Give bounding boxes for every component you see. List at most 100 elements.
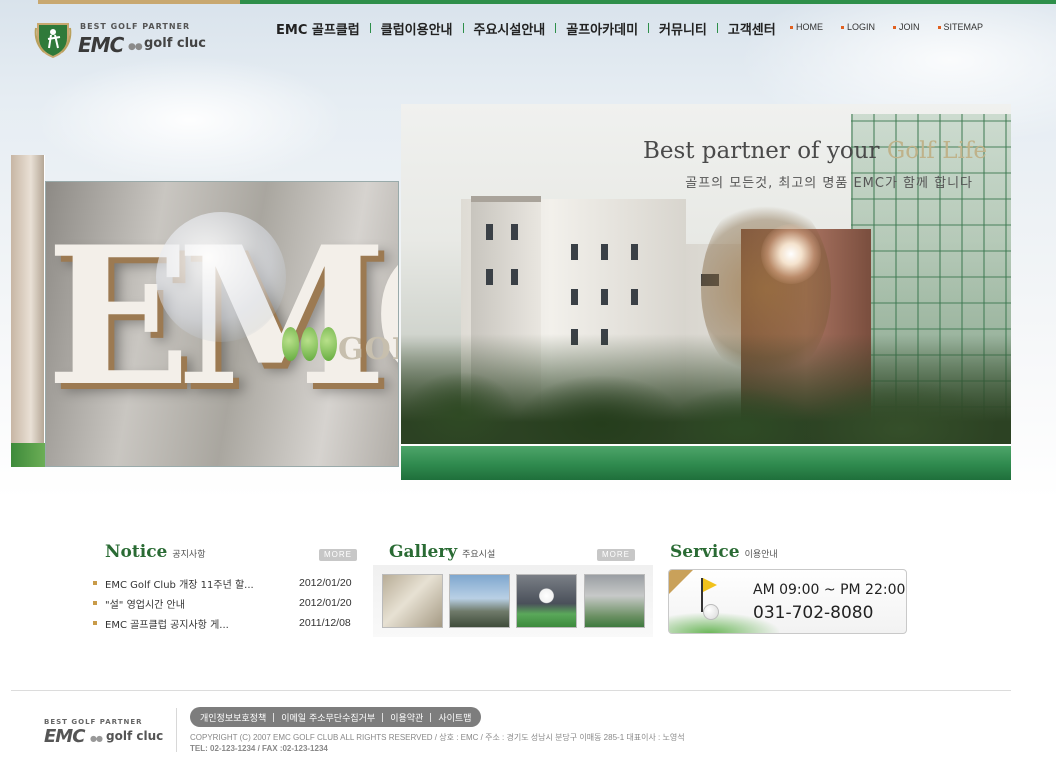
sign-side-strip <box>11 155 45 465</box>
green-dots-icon <box>282 327 337 361</box>
window <box>601 244 608 260</box>
window <box>571 244 578 260</box>
footer-email-refusal-link[interactable]: 이메일 주소무단수집거부 <box>281 711 375 724</box>
bullet-icon <box>93 601 97 605</box>
visual-subline: 골프의 모든것, 최고의 명품 EMC가 함께 합니다 <box>685 176 973 191</box>
window <box>486 224 493 240</box>
util-login-link[interactable]: LOGIN <box>841 22 875 32</box>
utility-nav: HOME LOGIN JOIN SITEMAP <box>790 22 1001 32</box>
gallery-title-ko: 주요시설 <box>462 550 496 560</box>
footer-logo-dots: ●● <box>90 734 103 743</box>
nav-item-customer-center[interactable]: 고객센터 <box>724 19 780 38</box>
footer-vertical-divider <box>176 708 177 752</box>
window <box>601 289 608 305</box>
notice-more-button[interactable]: MORE <box>319 549 357 561</box>
bullet-icon <box>893 25 897 29</box>
footer-menu: 개인정보보호정책 이메일 주소무단수집거부 이용약관 사이트맵 <box>190 707 482 727</box>
notice-title-ko: 공지사항 <box>172 550 206 560</box>
nav-item-emc-golf-club[interactable]: EMC 골프클럽 <box>272 19 364 38</box>
nav-item-academy[interactable]: 골프아카데미 <box>562 19 642 38</box>
emc-sign-image: EMC GOLF <box>45 181 399 467</box>
service-title: Service 이용안내 <box>670 542 778 562</box>
service-info-box: AM 09:00 ~ PM 22:00 031-702-8080 <box>668 569 907 634</box>
window <box>511 269 518 285</box>
window <box>486 269 493 285</box>
notice-item[interactable]: EMC Golf Club 개장 11주년 할... 2012/01/20 <box>93 573 355 593</box>
notice-item[interactable]: EMC 골프클럽 공지사항 게... 2011/12/08 <box>93 613 355 633</box>
nav-separator <box>369 23 371 33</box>
footer-logo: BEST GOLF PARTNER EMC ●● golf cluc <box>44 718 174 750</box>
service-phone: 031-702-8080 <box>753 603 874 623</box>
pine-trees <box>401 334 1011 444</box>
footer-terms-link[interactable]: 이용약관 <box>390 711 423 724</box>
util-join-link[interactable]: JOIN <box>893 22 920 32</box>
nav-item-community[interactable]: 커뮤니티 <box>655 19 711 38</box>
notice-list: EMC Golf Club 개장 11주년 할... 2012/01/20 "설… <box>93 573 355 633</box>
util-login-label: LOGIN <box>847 22 876 32</box>
service-title-ko: 이용안내 <box>744 550 778 560</box>
flag-icon <box>703 578 717 592</box>
window <box>511 224 518 240</box>
bullet-icon <box>841 25 844 29</box>
notice-title-en: Notice <box>105 542 168 562</box>
notice-title: Notice 공지사항 <box>105 542 205 562</box>
notice-item-title[interactable]: EMC 골프클럽 공지사항 게... <box>105 616 287 631</box>
bullet-icon <box>937 25 941 29</box>
nav-separator <box>716 23 718 33</box>
footer-copyright: COPYRIGHT (C) 2007 EMC GOLF CLUB ALL RIG… <box>190 733 685 742</box>
bullet-icon <box>93 581 97 585</box>
notice-item-date: 2012/01/20 <box>299 577 352 589</box>
footer-logo-brand: EMC <box>44 726 85 747</box>
footer-menu-separator <box>382 712 384 722</box>
util-sitemap-link[interactable]: SITEMAP <box>937 22 984 32</box>
nav-separator <box>555 23 557 33</box>
service-title-en: Service <box>670 542 740 562</box>
corner-decoration <box>669 570 693 594</box>
nav-item-facilities[interactable]: 주요시설안내 <box>470 19 550 38</box>
gallery-more-button[interactable]: MORE <box>597 549 635 561</box>
footer-privacy-link[interactable]: 개인정보보호정책 <box>200 711 266 724</box>
top-accent-line <box>38 0 240 4</box>
util-sitemap-label: SITEMAP <box>943 22 984 32</box>
gallery-thumb-range[interactable] <box>449 574 510 628</box>
service-hours: AM 09:00 ~ PM 22:00 <box>753 582 906 598</box>
nav-separator <box>648 23 650 33</box>
headline-part1: Best partner of your <box>642 138 887 164</box>
logo-dots: ●● <box>128 42 143 52</box>
sign-golf-word: GOLF <box>338 332 398 367</box>
golf-ball-icon <box>703 604 719 620</box>
window <box>631 244 638 260</box>
footer-menu-separator <box>430 712 432 722</box>
util-join-label: JOIN <box>899 22 920 32</box>
footer-sitemap-link[interactable]: 사이트맵 <box>438 711 471 724</box>
notice-item-date: 2012/01/20 <box>299 597 352 609</box>
logo-tagline: BEST GOLF PARTNER <box>80 22 191 31</box>
golf-ball-overlay <box>156 212 286 342</box>
logo-brand: EMC <box>78 33 124 57</box>
notice-item-title[interactable]: EMC Golf Club 개장 11주년 할... <box>105 576 287 591</box>
headline-part2: Golf Life <box>886 138 987 164</box>
gallery-title-en: Gallery <box>389 542 458 562</box>
notice-item-date: 2011/12/08 <box>299 617 351 629</box>
clubhouse-photo: Best partner of your Golf Life 골프의 모든것, … <box>401 104 1011 444</box>
gallery-thumb-practice[interactable] <box>584 574 645 628</box>
footer-divider-line <box>11 690 1011 691</box>
bullet-icon <box>93 621 97 625</box>
window <box>631 289 638 305</box>
notice-item[interactable]: "설" 영업시간 안내 2012/01/20 <box>93 593 355 613</box>
golf-shield-icon <box>34 23 72 58</box>
gallery-thumb-golf-ball[interactable] <box>516 574 577 628</box>
site-logo[interactable]: BEST GOLF PARTNER EMC ●● golf cluc <box>32 16 212 60</box>
footer-logo-tagline: BEST GOLF PARTNER <box>44 718 143 726</box>
gallery-thumb-emc-sign[interactable] <box>382 574 443 628</box>
top-green-line <box>240 0 1056 4</box>
util-home-link[interactable]: HOME <box>790 22 823 32</box>
visual-headline: Best partner of your Golf Life <box>643 138 987 164</box>
gallery-title: Gallery 주요시설 <box>389 542 495 562</box>
nav-item-club-guide[interactable]: 클럽이용안내 <box>377 19 457 38</box>
main-nav: EMC 골프클럽 클럽이용안내 주요시설안내 골프아카데미 커뮤니티 고객센터 <box>272 18 780 38</box>
notice-item-title[interactable]: "설" 영업시간 안내 <box>105 596 287 611</box>
sun-flare <box>761 224 821 284</box>
nav-separator <box>462 23 464 33</box>
logo-sub: golf cluc <box>144 36 206 51</box>
